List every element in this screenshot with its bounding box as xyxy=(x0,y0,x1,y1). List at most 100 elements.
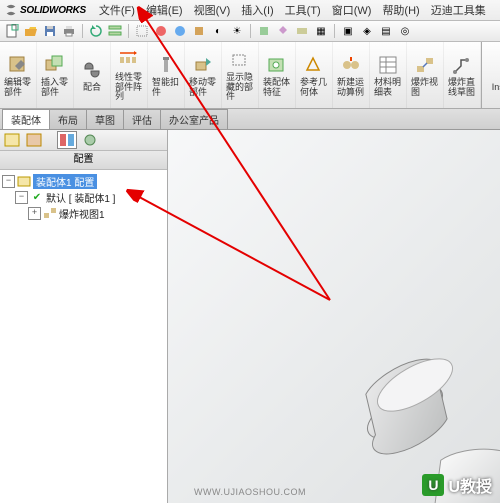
appearance-icon[interactable] xyxy=(153,23,169,39)
quick-access-toolbar: ◐ ☀ ▦ ▣ ◈ ▤ ◎ xyxy=(0,21,500,42)
misc-icon-6[interactable]: ◈ xyxy=(359,23,375,39)
move-component-icon xyxy=(191,53,215,77)
app-logo: SOLIDWORKS xyxy=(4,3,86,17)
ribbon-label: 移动零部件 xyxy=(189,78,217,98)
misc-icon-5[interactable]: ▣ xyxy=(340,23,356,39)
options-icon[interactable] xyxy=(107,23,123,39)
feature-icon[interactable] xyxy=(191,23,207,39)
feature-manager-tab[interactable] xyxy=(3,132,21,148)
move-component-button[interactable]: 移动零部件 xyxy=(185,42,222,108)
separator xyxy=(82,24,83,38)
ribbon-label: 爆炸视图 xyxy=(411,78,439,98)
ribbon-label: 显示隐藏的部件 xyxy=(226,73,254,103)
tree-exploded-view[interactable]: + 爆炸视图1 xyxy=(2,205,165,221)
collapse-icon[interactable]: − xyxy=(2,175,15,188)
workspace: 配置 − 装配体1 配置 − ✔ 默认 [ 装配体1 ] + 爆炸视图1 xyxy=(0,130,500,503)
tree-label: 默认 [ 装配体1 ] xyxy=(46,190,115,205)
new-motion-icon xyxy=(339,53,363,77)
misc-icon-2[interactable] xyxy=(275,23,291,39)
exploded-view-icon xyxy=(413,53,437,77)
menu-insert[interactable]: 插入(I) xyxy=(236,0,278,20)
title-bar: SOLIDWORKS 文件(F) 编辑(E) 视图(V) 插入(I) 工具(T)… xyxy=(0,0,500,21)
smart-fastener-icon xyxy=(154,53,178,77)
configuration-tree: − 装配体1 配置 − ✔ 默认 [ 装配体1 ] + 爆炸视图1 xyxy=(0,170,167,224)
smart-fastener-button[interactable]: 智能扣件 xyxy=(148,42,185,108)
open-icon[interactable] xyxy=(23,23,39,39)
tab-evaluate[interactable]: 评估 xyxy=(123,109,161,129)
tab-office[interactable]: 办公室产品 xyxy=(160,109,228,129)
menu-edit[interactable]: 编辑(E) xyxy=(141,0,188,20)
separator xyxy=(128,24,129,38)
ribbon-label: 插入零部件 xyxy=(41,78,69,98)
toggle-icon[interactable]: ◐ xyxy=(210,23,226,39)
misc-icon-8[interactable]: ◎ xyxy=(397,23,413,39)
ribbon-label: 新建运动算例 xyxy=(337,78,365,98)
exploded-line-button[interactable]: 爆炸直线草图 xyxy=(444,42,481,108)
dimxpert-manager-tab[interactable] xyxy=(81,132,99,148)
assembly-feature-button[interactable]: 装配体特征 xyxy=(259,42,296,108)
tree-default-config[interactable]: − ✔ 默认 [ 装配体1 ] xyxy=(2,189,165,205)
menu-file[interactable]: 文件(F) xyxy=(94,0,140,20)
graphics-viewport[interactable] xyxy=(168,130,500,503)
color-icon[interactable] xyxy=(172,23,188,39)
menu-maidi[interactable]: 迈迪工具集 xyxy=(426,0,491,20)
tab-sketch[interactable]: 草图 xyxy=(86,109,124,129)
ribbon-label: Instant3D xyxy=(492,83,500,93)
show-hidden-button[interactable]: 显示隐藏的部件 xyxy=(222,42,259,108)
model-preview xyxy=(350,357,500,503)
edit-component-icon xyxy=(6,53,30,77)
separator xyxy=(334,24,335,38)
tab-assembly[interactable]: 装配体 xyxy=(2,109,50,129)
misc-icon-1[interactable] xyxy=(256,23,272,39)
reference-geometry-icon xyxy=(302,53,326,77)
assembly-feature-icon xyxy=(265,53,289,77)
bom-icon xyxy=(376,53,400,77)
new-doc-icon[interactable] xyxy=(4,23,20,39)
menu-window[interactable]: 窗口(W) xyxy=(327,0,377,20)
instant3d-button[interactable]: Instant3D xyxy=(481,42,500,108)
misc-icon-7[interactable]: ▤ xyxy=(378,23,394,39)
menu-help[interactable]: 帮助(H) xyxy=(377,0,424,20)
property-manager-tab[interactable] xyxy=(25,132,43,148)
edit-component-button[interactable]: 编辑零部件 xyxy=(0,42,37,108)
configuration-manager-tab[interactable] xyxy=(57,131,77,149)
expand-icon[interactable]: + xyxy=(28,207,41,220)
ribbon-label: 配合 xyxy=(83,83,101,93)
collapse-icon[interactable]: − xyxy=(15,191,28,204)
new-motion-button[interactable]: 新建运动算例 xyxy=(333,42,370,108)
side-panel: 配置 − 装配体1 配置 − ✔ 默认 [ 装配体1 ] + 爆炸视图1 xyxy=(0,130,168,503)
light-icon[interactable]: ☀ xyxy=(229,23,245,39)
ribbon-toolbar: 编辑零部件 插入零部件 配合 线性零部件阵列 智能扣件 移动零部件 显示隐藏的部… xyxy=(0,42,500,109)
exploded-view-tree-icon xyxy=(43,206,57,220)
manager-tabs xyxy=(0,130,167,151)
exploded-view-button[interactable]: 爆炸视图 xyxy=(407,42,444,108)
ribbon-label: 智能扣件 xyxy=(152,78,180,98)
checkmark-icon: ✔ xyxy=(30,190,44,204)
rebuild-icon[interactable] xyxy=(88,23,104,39)
menu-tools[interactable]: 工具(T) xyxy=(280,0,326,20)
menu-view[interactable]: 视图(V) xyxy=(189,0,236,20)
ribbon-label: 线性零部件阵列 xyxy=(115,73,143,103)
reference-geometry-button[interactable]: 参考几何体 xyxy=(296,42,333,108)
misc-icon-4[interactable]: ▦ xyxy=(313,23,329,39)
linear-pattern-button[interactable]: 线性零部件阵列 xyxy=(111,42,148,108)
tree-root-label: 装配体1 配置 xyxy=(33,174,97,189)
mate-icon xyxy=(80,58,104,82)
ribbon-label: 编辑零部件 xyxy=(4,78,32,98)
mate-button[interactable]: 配合 xyxy=(74,42,111,108)
ribbon-label: 材料明细表 xyxy=(374,78,402,98)
bom-button[interactable]: 材料明细表 xyxy=(370,42,407,108)
panel-header: 配置 xyxy=(0,151,167,170)
tree-root[interactable]: − 装配体1 配置 xyxy=(2,173,165,189)
tree-label: 爆炸视图1 xyxy=(59,206,105,221)
app-name: SOLIDWORKS xyxy=(20,5,86,16)
misc-icon-3[interactable] xyxy=(294,23,310,39)
command-tab-row: 装配体 布局 草图 评估 办公室产品 xyxy=(0,109,500,130)
ribbon-label: 爆炸直线草图 xyxy=(448,78,476,98)
tab-layout[interactable]: 布局 xyxy=(49,109,87,129)
save-icon[interactable] xyxy=(42,23,58,39)
print-icon[interactable] xyxy=(61,23,77,39)
insert-component-button[interactable]: 插入零部件 xyxy=(37,42,74,108)
select-icon[interactable] xyxy=(134,23,150,39)
ribbon-label: 装配体特征 xyxy=(263,78,291,98)
